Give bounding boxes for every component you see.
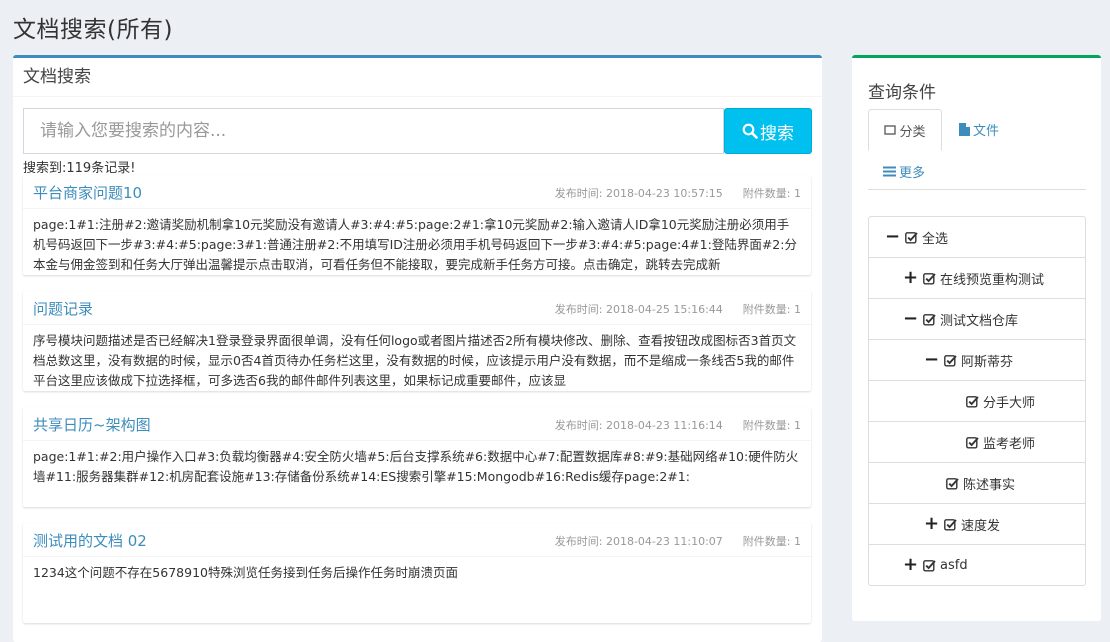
result-title-link[interactable]: 问题记录 <box>33 298 93 319</box>
tree-node[interactable]: − 全选 <box>869 217 1085 258</box>
publish-time: 发布时间: 2018-04-23 10:57:15 <box>554 187 723 200</box>
checkbox-icon[interactable] <box>905 231 918 244</box>
tree-node-label: 测试文档仓库 <box>940 313 1019 329</box>
result-snippet: 1234这个问题不存在5678910特殊浏览任务接到任务后操作任务时崩溃页面 <box>33 565 458 580</box>
tree-node-label: 监考老师 <box>983 436 1036 452</box>
result-meta: 发布时间: 2018-04-25 15:16:44 附件数量: 1 <box>555 301 801 317</box>
search-input[interactable] <box>23 108 724 154</box>
tree-node[interactable]: + asfd <box>869 545 1085 585</box>
result-card: 问题记录 发布时间: 2018-04-25 15:16:44 附件数量: 1 序号… <box>23 291 811 391</box>
tab-more-label: 更多 <box>899 165 926 181</box>
result-header: 问题记录 发布时间: 2018-04-25 15:16:44 附件数量: 1 <box>23 291 811 325</box>
checkbox-icon[interactable] <box>944 518 957 531</box>
filter-title: 查询条件 <box>868 83 936 103</box>
document-search-panel: 文档搜索 搜索 搜索到:119条记录! 平台商家问题10 发布时间: 2018-… <box>13 55 822 642</box>
tab-category[interactable]: 分类 <box>868 109 942 151</box>
publish-time: 发布时间: 2018-04-23 11:10:07 <box>554 535 723 548</box>
filter-panel: 查询条件 分类 文件 更多 − 全选 + 在线预览重构测试 − 测试文档仓库 −… <box>852 55 1101 621</box>
tree-node[interactable]: + 在线预览重构测试 <box>869 258 1085 299</box>
result-snippet: page:1#1:#2:用户操作入口#3:负载均衡器#4:安全防火墙#5:后台支… <box>33 449 799 484</box>
tree-node-label: 速度发 <box>961 518 1001 534</box>
checkbox-icon[interactable] <box>923 272 936 285</box>
result-title-link[interactable]: 平台商家问题10 <box>33 182 142 203</box>
attachment-count: 附件数量: 1 <box>742 187 801 200</box>
result-header: 共享日历~架构图 发布时间: 2018-04-23 11:16:14 附件数量: … <box>23 407 811 441</box>
publish-time: 发布时间: 2018-04-23 11:16:14 <box>554 419 723 432</box>
attachment-count: 附件数量: 1 <box>742 419 801 432</box>
result-meta: 发布时间: 2018-04-23 11:16:14 附件数量: 1 <box>555 417 801 433</box>
checkbox-icon[interactable] <box>946 477 959 490</box>
tree-node-label: 在线预览重构测试 <box>940 272 1045 288</box>
collapse-icon[interactable]: − <box>924 351 939 369</box>
tree-node[interactable]: − 阿斯蒂芬 <box>869 340 1085 381</box>
panel-header: 文档搜索 <box>13 58 822 97</box>
tree-node[interactable]: 监考老师 <box>869 422 1085 463</box>
tree-node[interactable]: 分手大师 <box>869 381 1085 422</box>
result-count: 搜索到:119条记录! <box>23 161 136 176</box>
attachment-count: 附件数量: 1 <box>742 303 801 316</box>
checkbox-icon[interactable] <box>966 436 979 449</box>
tab-category-label: 分类 <box>899 124 926 140</box>
search-button-label: 搜索 <box>760 123 794 144</box>
tree-node-label: 陈述事实 <box>963 477 1016 493</box>
tab-file[interactable]: 文件 <box>959 109 999 149</box>
result-header: 测试用的文档 02 发布时间: 2018-04-23 11:10:07 附件数量:… <box>23 523 811 557</box>
search-row: 搜索 <box>23 108 812 154</box>
tree-node[interactable]: 陈述事实 <box>869 463 1085 504</box>
expand-icon[interactable]: + <box>924 515 939 533</box>
tree-node-label: 全选 <box>922 231 949 247</box>
search-icon <box>742 123 758 139</box>
tree-node-label: 分手大师 <box>983 395 1036 411</box>
attachment-count: 附件数量: 1 <box>742 535 801 548</box>
tree-node-label: 阿斯蒂芬 <box>961 354 1014 370</box>
result-meta: 发布时间: 2018-04-23 10:57:15 附件数量: 1 <box>555 185 801 201</box>
checkbox-icon[interactable] <box>966 395 979 408</box>
result-card: 平台商家问题10 发布时间: 2018-04-23 10:57:15 附件数量: … <box>23 175 811 275</box>
publish-time: 发布时间: 2018-04-25 15:16:44 <box>554 303 723 316</box>
collapse-icon[interactable]: − <box>885 228 900 246</box>
tab-more[interactable]: 更多 <box>883 153 925 189</box>
list-icon <box>883 166 896 176</box>
checkbox-icon[interactable] <box>923 559 936 572</box>
result-title-link[interactable]: 共享日历~架构图 <box>33 414 151 435</box>
result-meta: 发布时间: 2018-04-23 11:10:07 附件数量: 1 <box>555 533 801 549</box>
result-header: 平台商家问题10 发布时间: 2018-04-23 10:57:15 附件数量: … <box>23 175 811 209</box>
file-icon <box>959 122 970 136</box>
result-card: 测试用的文档 02 发布时间: 2018-04-23 11:10:07 附件数量:… <box>23 523 811 623</box>
expand-icon[interactable]: + <box>903 556 918 574</box>
checkbox-icon[interactable] <box>944 354 957 367</box>
tag-icon <box>884 125 897 135</box>
checkbox-icon[interactable] <box>923 313 936 326</box>
result-snippet: page:1#1:注册#2:邀请奖励机制拿10元奖励没有邀请人#3:#4:#5:… <box>33 217 797 272</box>
collapse-icon[interactable]: − <box>903 310 918 328</box>
tree-node-label: asfd <box>940 557 968 573</box>
tree-node[interactable]: + 速度发 <box>869 504 1085 545</box>
result-title-link[interactable]: 测试用的文档 02 <box>33 530 147 551</box>
tabs-divider <box>868 189 1086 190</box>
expand-icon[interactable]: + <box>903 269 918 287</box>
tab-file-label: 文件 <box>973 123 1000 139</box>
search-button[interactable]: 搜索 <box>724 108 812 154</box>
page-title: 文档搜索(所有) <box>13 17 173 43</box>
category-tree: − 全选 + 在线预览重构测试 − 测试文档仓库 − 阿斯蒂芬 分手大师 监考老… <box>868 216 1086 586</box>
result-card: 共享日历~架构图 发布时间: 2018-04-23 11:16:14 附件数量: … <box>23 407 811 507</box>
result-snippet: 序号模块问题描述是否已经解决1登录登录界面很单调，没有任何logo或者图片描述否… <box>33 333 797 388</box>
tree-node[interactable]: − 测试文档仓库 <box>869 299 1085 340</box>
